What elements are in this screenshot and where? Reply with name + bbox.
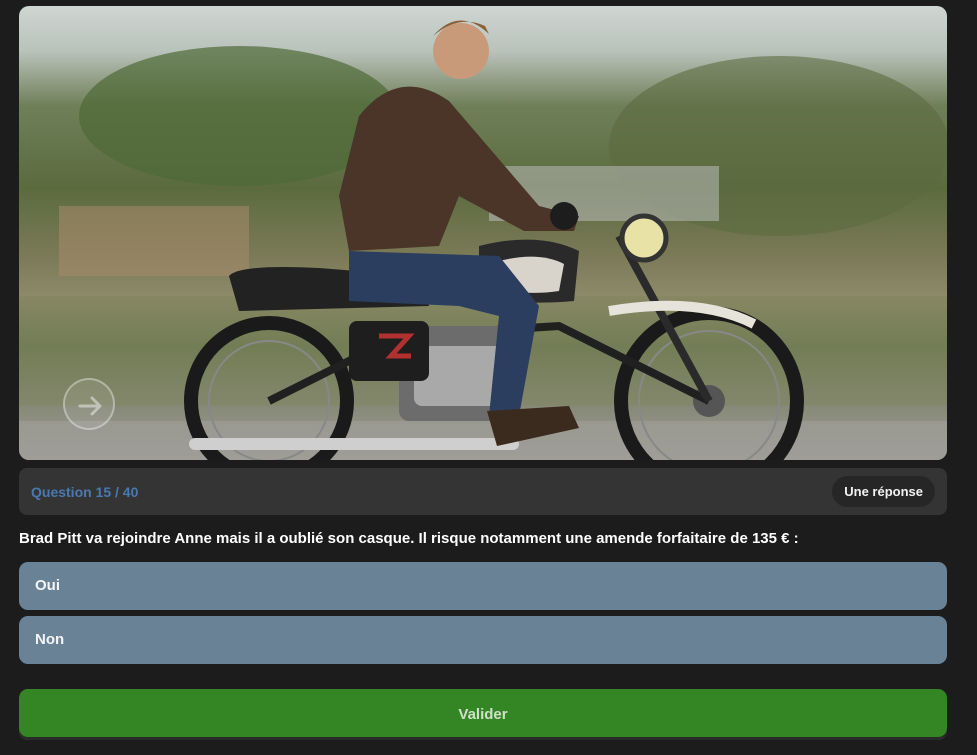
answer-option-oui[interactable]: Oui (19, 562, 947, 610)
question-photo (19, 6, 947, 460)
validate-button[interactable]: Valider (19, 689, 947, 740)
answer-label: Non (35, 631, 65, 648)
motorcycle-rider-illustration (19, 20, 947, 460)
next-photo-button[interactable] (63, 378, 115, 430)
arrow-right-icon (78, 396, 102, 416)
quiz-page: Question 15 / 40 Une réponse Brad Pitt v… (0, 0, 977, 755)
question-info-bar: Question 15 / 40 Une réponse (19, 468, 947, 515)
answer-label: Oui (35, 577, 60, 594)
answer-option-non[interactable]: Non (19, 616, 947, 664)
question-progress: Question 15 / 40 (31, 484, 139, 500)
validate-button-label: Valider (458, 706, 508, 723)
answer-type-badge: Une réponse (832, 476, 935, 507)
question-text: Brad Pitt va rejoindre Anne mais il a ou… (19, 530, 799, 547)
